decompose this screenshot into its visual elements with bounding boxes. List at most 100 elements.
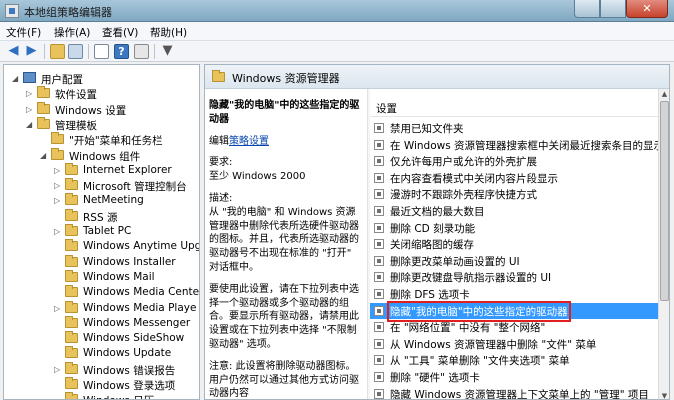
edit-policy-link[interactable]: 策略设置: [229, 136, 269, 147]
tree-item[interactable]: Windows SideShow: [4, 331, 199, 347]
minimize-button[interactable]: [574, 0, 600, 18]
tree-item[interactable]: Windows 登录选项: [4, 377, 199, 393]
expand-arrow-icon[interactable]: ▷: [54, 165, 63, 176]
menu-action[interactable]: 操作(A): [54, 25, 90, 40]
setting-row[interactable]: 删除更改菜单动画设置的 UI: [370, 253, 658, 270]
tree-item-label: Internet Explorer: [83, 163, 172, 176]
setting-row[interactable]: 在内容查看模式中关闭内容片段显示: [370, 170, 658, 187]
policy-setting-icon: [374, 272, 384, 283]
expand-arrow-icon[interactable]: [54, 257, 63, 268]
export-list-icon[interactable]: [94, 44, 109, 59]
help-icon[interactable]: ?: [114, 44, 129, 59]
folder-icon: [37, 101, 50, 114]
scroll-thumb[interactable]: [660, 101, 669, 301]
setting-row[interactable]: 删除 "硬件" 选项卡: [370, 369, 658, 386]
setting-row[interactable]: 在 "网络位置" 中没有 "整个网络": [370, 319, 658, 336]
filter-icon[interactable]: ▼: [160, 44, 175, 59]
expand-arrow-icon[interactable]: ▷: [26, 88, 35, 99]
setting-row[interactable]: 删除 CD 刻录功能: [370, 220, 658, 237]
tree-item[interactable]: ◢ Windows 组件: [4, 147, 199, 164]
setting-row[interactable]: 最近文档的最大数目: [370, 203, 658, 220]
tree-item[interactable]: Windows Media Cente: [4, 285, 199, 301]
folder-icon: [65, 254, 78, 267]
edit-line: 编辑策略设置: [209, 135, 364, 149]
expand-arrow-icon[interactable]: ▷: [54, 226, 63, 237]
tree-item-label: Tablet PC: [83, 225, 132, 237]
tree-item[interactable]: ▷ Windows Media Playe: [4, 300, 199, 317]
usage-text: 要使用此设置，请在下拉列表中选择一个驱动器或多个驱动器的组合。要显示所有驱动器，…: [209, 283, 359, 350]
menu-file[interactable]: 文件(F): [6, 25, 41, 40]
collapse-arrow-icon[interactable]: ◢: [26, 119, 35, 130]
tree-item[interactable]: Windows 日历: [4, 392, 199, 399]
tree-item[interactable]: ▷ NetMeeting: [4, 193, 199, 209]
setting-row-selected[interactable]: 隐藏"我的电脑"中的这些指定的驱动器: [370, 300, 658, 322]
tree-item[interactable]: ◢ 管理模板: [4, 116, 199, 133]
tree-item-label: Windows 组件: [69, 150, 141, 163]
folder-icon: [65, 193, 78, 206]
setting-row[interactable]: 在 Windows 资源管理器搜索框中关闭最近搜索条目的显示: [370, 137, 658, 154]
expand-arrow-icon[interactable]: ▷: [54, 364, 63, 375]
folder-icon: [65, 392, 78, 399]
tree-item[interactable]: ▷ Internet Explorer: [4, 162, 199, 179]
tree-item[interactable]: Windows Installer: [4, 254, 199, 271]
expand-arrow-icon[interactable]: [54, 318, 63, 329]
policy-setting-icon: [374, 255, 384, 266]
tree-item[interactable]: Windows Messenger: [4, 315, 199, 332]
expand-arrow-icon[interactable]: [54, 211, 63, 222]
folder-icon: [212, 70, 225, 82]
setting-row[interactable]: 删除更改键盘导航指示器设置的 UI: [370, 269, 658, 286]
expand-arrow-icon[interactable]: [54, 348, 63, 359]
folder-icon: [51, 132, 64, 145]
setting-row[interactable]: 禁用已知文件夹: [370, 120, 658, 137]
expand-arrow-icon[interactable]: [54, 394, 63, 399]
expand-arrow-icon[interactable]: ▷: [54, 303, 63, 314]
expand-arrow-icon[interactable]: [54, 241, 63, 252]
expand-arrow-icon[interactable]: [54, 287, 63, 298]
expand-arrow-icon[interactable]: ▷: [54, 195, 63, 206]
collapse-arrow-icon[interactable]: ◢: [40, 150, 49, 161]
setting-row[interactable]: 从 "工具" 菜单删除 "文件夹选项" 菜单: [370, 352, 658, 369]
properties-icon[interactable]: [134, 44, 149, 59]
up-folder-icon[interactable]: [50, 44, 65, 59]
forward-arrow-icon[interactable]: ▶: [24, 44, 39, 59]
setting-row[interactable]: 隐藏 Windows 资源管理器上下文菜单上的 "管理" 项目: [370, 386, 658, 399]
setting-row[interactable]: 仅允许每用户或允许的外壳扩展: [370, 153, 658, 170]
tree-item[interactable]: Windows Mail: [4, 269, 199, 286]
close-button[interactable]: ✕: [626, 0, 668, 18]
collapse-arrow-icon[interactable]: ◢: [12, 73, 21, 84]
tree-item[interactable]: ▷ Tablet PC: [4, 224, 199, 240]
maximize-button[interactable]: [600, 0, 626, 18]
setting-row[interactable]: 关闭缩略图的缓存: [370, 236, 658, 253]
vertical-scrollbar[interactable]: ▲ ▼: [658, 89, 669, 399]
folder-icon: [65, 162, 78, 175]
pc-icon: [23, 72, 36, 83]
menu-help[interactable]: 帮助(H): [150, 25, 187, 40]
tree-item[interactable]: ▷ Microsoft 管理控制台: [4, 178, 199, 194]
scroll-down-icon[interactable]: ▼: [660, 391, 669, 399]
tree-item[interactable]: ▷ Windows 设置: [4, 101, 199, 118]
list-column-header[interactable]: 设置: [370, 99, 658, 117]
expand-arrow-icon[interactable]: ▷: [54, 180, 63, 191]
expand-arrow-icon[interactable]: ▷: [26, 104, 35, 115]
setting-row[interactable]: 从 Windows 资源管理器中删除 "文件" 菜单: [370, 336, 658, 353]
expand-arrow-icon[interactable]: [54, 272, 63, 283]
expand-arrow-icon[interactable]: [54, 333, 63, 344]
folder-icon: [65, 377, 78, 389]
setting-row[interactable]: 删除 DFS 选项卡: [370, 286, 658, 303]
tree-item[interactable]: RSS 源: [4, 208, 199, 225]
tree-item[interactable]: ▷ Windows 错误报告: [4, 361, 199, 378]
tree-item[interactable]: Windows Update: [4, 346, 199, 362]
setting-description: 隐藏"我的电脑"中的这些指定的驱动器 编辑策略设置 要求: 至少 Windows …: [209, 99, 364, 399]
show-hide-tree-icon[interactable]: [68, 44, 83, 59]
tree-item[interactable]: ◢ 用户配置: [4, 72, 199, 87]
scroll-up-icon[interactable]: ▲: [660, 89, 669, 99]
tree-item[interactable]: Windows Anytime Upg: [4, 239, 199, 255]
setting-row[interactable]: 漫游时不跟踪外壳程序快捷方式: [370, 186, 658, 203]
description-text: 从 "我的电脑" 和 Windows 资源管理器中删除代表所选硬件驱动器的图标。…: [209, 206, 359, 273]
tree-item[interactable]: ▷ 软件设置: [4, 86, 199, 102]
back-arrow-icon[interactable]: ◀: [6, 44, 21, 59]
expand-arrow-icon[interactable]: [54, 379, 63, 390]
tree-item[interactable]: "开始"菜单和任务栏: [4, 132, 199, 148]
menu-view[interactable]: 查看(V): [102, 25, 138, 40]
expand-arrow-icon[interactable]: [40, 134, 49, 145]
